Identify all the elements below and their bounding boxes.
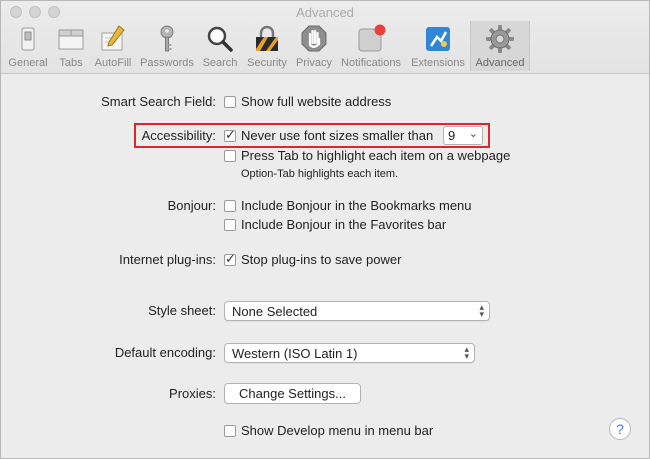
tab-label: AutoFill — [94, 57, 132, 69]
bonjour-label: Bonjour: — [167, 198, 216, 213]
font-size-select[interactable]: 9 ⌄ — [443, 126, 483, 145]
bonjour-bookmarks-checkbox[interactable] — [224, 200, 236, 212]
option-tab-note: Option-Tab highlights each item. — [241, 168, 399, 180]
tab-advanced[interactable]: Advanced — [470, 21, 530, 71]
tab-tabs[interactable]: Tabs — [52, 21, 90, 71]
key-icon — [160, 25, 174, 52]
tab-privacy[interactable]: Privacy — [292, 21, 336, 71]
tabs-icon — [58, 29, 84, 50]
updown-arrows-icon: ▴ ▾ — [479, 302, 484, 319]
tab-passwords[interactable]: Passwords — [136, 21, 198, 71]
autofill-pencil-icon — [101, 25, 125, 51]
tab-label: Security — [247, 57, 287, 69]
bonjour-bookmarks-text: Include Bonjour in the Bookmarks menu — [241, 198, 472, 213]
style-sheet-label: Style sheet: — [148, 303, 216, 318]
show-full-address-checkbox[interactable] — [224, 96, 236, 108]
min-font-size-text: Never use font sizes smaller than — [241, 128, 434, 143]
window-title: Advanced — [296, 5, 354, 20]
press-tab-text: Press Tab to highlight each item on a we… — [241, 148, 511, 163]
encoding-label: Default encoding: — [114, 345, 216, 360]
tab-autofill[interactable]: AutoFill — [90, 21, 136, 71]
accessibility-label: Accessibility: — [141, 128, 216, 143]
proxies-label: Proxies: — [169, 386, 216, 401]
bonjour-favorites-checkbox[interactable] — [224, 219, 236, 231]
checkmark-icon: ✓ — [225, 251, 236, 266]
chevron-down-icon: ⌄ — [468, 128, 478, 140]
tab-notifications[interactable]: Notifications — [336, 21, 406, 71]
bonjour-favorites-text: Include Bonjour in the Favorites bar — [241, 217, 447, 232]
tab-label: Passwords — [140, 57, 194, 69]
tab-label: General — [8, 57, 48, 69]
tab-extensions[interactable]: Extensions — [406, 21, 470, 71]
tab-label: Extensions — [411, 57, 465, 69]
hand-icon — [301, 25, 327, 52]
encoding-select[interactable]: Western (ISO Latin 1) ▴ ▾ — [224, 343, 475, 363]
stop-plugins-checkbox[interactable]: ✓ — [224, 251, 236, 266]
stop-plugins-text: Stop plug-ins to save power — [241, 252, 402, 267]
smart-search-label: Smart Search Field: — [101, 94, 216, 109]
style-sheet-select[interactable]: None Selected ▴ ▾ — [224, 301, 490, 321]
develop-menu-text: Show Develop menu in menu bar — [241, 423, 434, 438]
change-settings-button[interactable]: Change Settings... — [224, 383, 361, 404]
preferences-window: Advanced General Tabs AutoFill Passwords… — [0, 0, 650, 459]
toolbar: Advanced General Tabs AutoFill Passwords… — [1, 1, 649, 74]
magnifier-icon — [207, 26, 233, 52]
encoding-value: Western (ISO Latin 1) — [232, 346, 358, 361]
show-full-address-text: Show full website address — [241, 94, 392, 109]
padlock-icon — [256, 25, 278, 51]
tab-label: Notifications — [341, 57, 401, 69]
min-font-size-checkbox[interactable]: ✓ — [224, 127, 236, 142]
general-switch-icon — [21, 27, 35, 51]
tab-label: Advanced — [475, 57, 525, 69]
checkmark-icon: ✓ — [225, 127, 236, 142]
tab-security[interactable]: Security — [242, 21, 292, 71]
font-size-value: 9 — [448, 128, 456, 143]
notifications-icon — [358, 24, 386, 52]
plugins-label: Internet plug-ins: — [119, 252, 216, 267]
press-tab-checkbox[interactable] — [224, 150, 236, 162]
develop-menu-checkbox[interactable] — [224, 425, 236, 437]
updown-arrows-icon: ▴ ▾ — [464, 344, 469, 361]
tab-general[interactable]: General — [4, 21, 52, 71]
puzzle-icon — [426, 27, 450, 51]
tab-search[interactable]: Search — [198, 21, 242, 71]
tab-label: Tabs — [59, 57, 83, 69]
gear-icon — [486, 25, 514, 53]
style-sheet-value: None Selected — [232, 304, 318, 319]
tab-label: Privacy — [295, 57, 333, 69]
help-button[interactable]: ? — [609, 418, 631, 440]
tab-label: Search — [202, 57, 238, 69]
